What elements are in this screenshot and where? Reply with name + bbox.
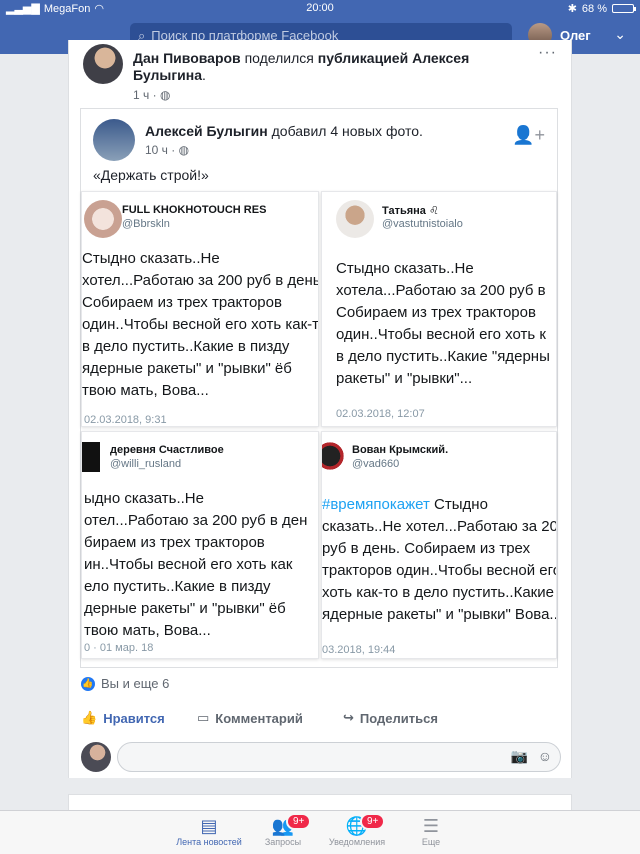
more-options-icon[interactable]: ···	[538, 44, 557, 62]
like-reaction-icon: 👍	[81, 676, 95, 691]
shared-meta: 10 ч · ◍	[145, 143, 190, 157]
thumbs-up-icon: 👍	[81, 710, 98, 725]
globe-icon: ◍	[178, 143, 190, 157]
status-bar: ▂▃▅▇ MegaFon ◠ 20:00 ✱ 68 %	[0, 0, 640, 18]
tweet-photo-1[interactable]: FULL KHOKHOTOUCH RES @Bbrskln Стыдно ска…	[81, 191, 319, 427]
tweet-text: ыдно сказать..Не отел...Работаю за 200 р…	[84, 490, 308, 639]
tweet-text: #времяпокажет Стыдно сказать..Не хотел..…	[322, 496, 557, 623]
bottom-tab-bar: ▤ Лента новостей 👥 Запросы 9+ 🌐 Уведомле…	[0, 810, 640, 854]
post-header-text: Дан Пивоваров поделился публикацией Алек…	[133, 50, 470, 83]
chevron-down-icon[interactable]: ⌄	[614, 26, 626, 43]
tweet-date: 0 · 01 мар. 18	[84, 642, 154, 654]
battery-percent: 68 %	[581, 2, 607, 15]
post-meta: 1 ч · ◍	[133, 88, 171, 102]
add-friend-icon[interactable]: 👤+	[512, 125, 545, 146]
tweet-hashtag[interactable]: #времяпокажет	[322, 496, 430, 513]
tweet-photo-4[interactable]: Вован Крымский. @vad660 #времяпокажет Ст…	[321, 431, 557, 659]
globe-icon: ◍	[159, 88, 171, 102]
reactions-summary[interactable]: 👍 Вы и еще 6	[81, 676, 169, 691]
tweet-text: Стыдно сказать..Не хотела...Работаю за 2…	[336, 260, 550, 387]
post-actions: 👍 Нравится ▭ Комментарий ↪ Поделиться	[69, 700, 573, 736]
tweet-name: Вован Крымский.	[352, 444, 449, 456]
status-right: ✱ 68 %	[567, 2, 636, 15]
tweet-photo-3[interactable]: деревня Счастливое @willi_rusland ыдно с…	[81, 431, 319, 659]
post-action: поделился	[244, 50, 314, 66]
tweet-avatar	[322, 440, 346, 472]
tweet-avatar	[82, 442, 100, 472]
requests-badge: 9+	[286, 813, 312, 830]
post-time[interactable]: 1 ч	[133, 88, 149, 102]
battery-icon	[612, 4, 636, 13]
tweet-avatar	[336, 200, 374, 238]
author-name[interactable]: Дан Пивоваров	[133, 50, 241, 66]
post-card: Дан Пивоваров поделился публикацией Алек…	[68, 40, 572, 778]
clock: 20:00	[306, 2, 334, 14]
emoji-icon[interactable]: ☺	[538, 748, 552, 764]
reactions-count: Вы и еще 6	[101, 676, 170, 691]
shared-text: «Держать строй!»	[93, 167, 209, 183]
tweet-photo-2[interactable]: Татьяна ♌ @vastutnistoialo Стыдно сказат…	[321, 191, 557, 427]
tweet-name: деревня Счастливое	[110, 444, 224, 456]
shared-author-avatar[interactable]	[93, 119, 135, 161]
share-button[interactable]: ↪ Поделиться	[343, 710, 438, 726]
commenter-avatar	[81, 742, 111, 772]
tab-more[interactable]: ☰ Еще	[386, 815, 476, 847]
tweet-handle: @vad660	[352, 458, 400, 470]
bluetooth-icon: ✱	[567, 3, 577, 15]
shared-author-name[interactable]: Алексей Булыгин	[145, 123, 268, 139]
shared-header: Алексей Булыгин добавил 4 новых фото.	[145, 123, 423, 139]
tweet-name: FULL KHOKHOTOUCH RES	[122, 204, 267, 216]
comment-input[interactable]: 📷 ☺	[117, 742, 561, 772]
comment-icon: ▭	[197, 710, 210, 725]
comment-composer: 📷 ☺	[79, 740, 563, 774]
tweet-handle: @willi_rusland	[110, 458, 182, 470]
tweet-avatar	[84, 200, 122, 238]
tweet-name: Татьяна ♌	[382, 205, 439, 217]
shared-post: Алексей Булыгин добавил 4 новых фото. 10…	[80, 108, 558, 668]
shared-time[interactable]: 10 ч	[145, 143, 168, 157]
shared-action: добавил 4 новых фото.	[271, 123, 423, 139]
share-icon: ↪	[343, 710, 354, 725]
tweet-handle: @Bbrskln	[122, 218, 170, 230]
tweet-date: 02.03.2018, 9:31	[84, 414, 167, 426]
tweet-date: 03.2018, 19:44	[322, 644, 396, 656]
tweet-text: Стыдно сказать..Не хотел...Работаю за 20…	[82, 250, 319, 399]
tweet-handle: @vastutnistoialo	[382, 218, 463, 230]
notifications-badge: 9+	[360, 813, 386, 830]
camera-icon[interactable]: 📷	[511, 748, 528, 765]
tweet-date: 02.03.2018, 12:07	[336, 408, 425, 420]
like-button[interactable]: 👍 Нравится	[81, 710, 165, 726]
author-avatar[interactable]	[83, 44, 123, 84]
menu-icon: ☰	[422, 816, 440, 836]
comment-button[interactable]: ▭ Комментарий	[197, 710, 303, 726]
